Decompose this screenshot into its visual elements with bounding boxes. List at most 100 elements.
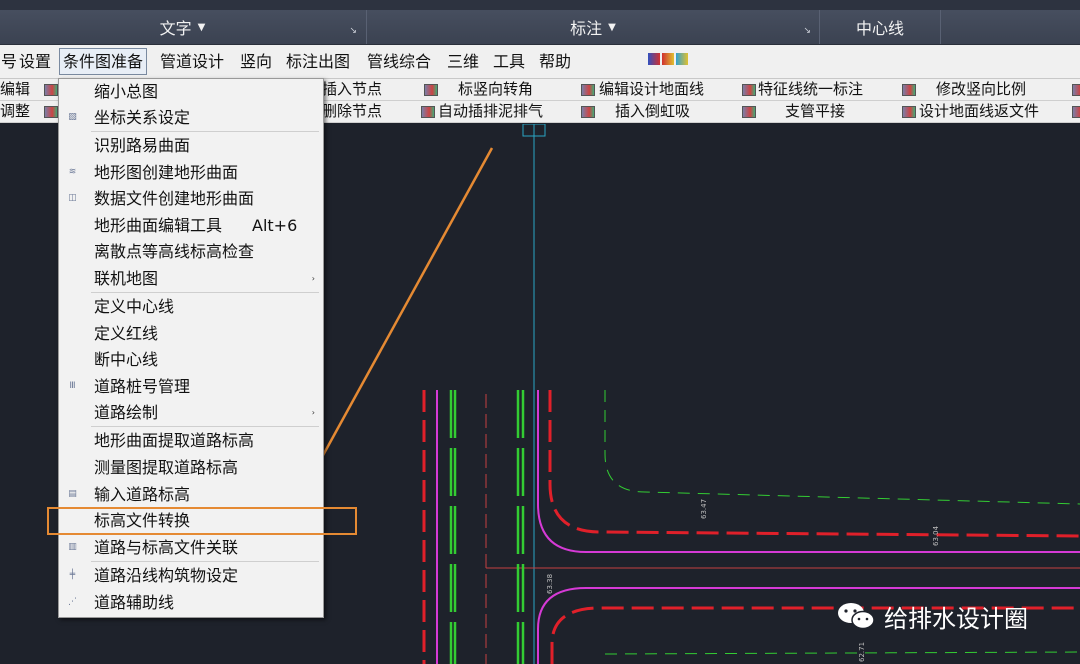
shortcut-label: Alt+6 (252, 216, 298, 235)
wechat-icon (838, 603, 875, 630)
toolbar-ground-line-file[interactable]: 设计地面线返文件 (919, 102, 1039, 121)
toolbar-insert-node[interactable]: 插入节点 (322, 80, 382, 99)
submenu-arrow-icon: › (311, 408, 315, 417)
watermark-text: 给排水设计圈 (884, 604, 1028, 633)
red-dash-curve (548, 390, 1080, 538)
menu-option-label: 测量图提取道路标高 (94, 458, 239, 477)
menu-option-label: 坐标关系设定 (94, 108, 191, 127)
station-icon: Ⅲ (69, 381, 76, 391)
layer-icon[interactable] (676, 53, 688, 65)
menu-item-annotation-output[interactable]: 标注出图 (283, 49, 353, 74)
tool-icon[interactable] (424, 84, 438, 96)
menu-option-coordinate-setting[interactable]: ▧ 坐标关系设定 (59, 105, 321, 130)
green-thin-dash-lower (604, 651, 1080, 655)
toolbar-auto-drain[interactable]: 自动插排泥排气 (438, 102, 543, 121)
menubar-toolbar-icons (648, 53, 688, 69)
menu-option-online-map[interactable]: 联机地图 › (59, 266, 321, 291)
menu-option-extract-road-elevation-survey[interactable]: 测量图提取道路标高 (59, 455, 321, 480)
menu-option-surface-edit-tool[interactable]: 地形曲面编辑工具 Alt+6 (59, 213, 321, 238)
launcher-icon[interactable]: ↘ (349, 26, 357, 36)
tool-icon[interactable] (742, 106, 756, 118)
menu-option-label: 缩小总图 (94, 82, 159, 101)
tool-icon[interactable] (581, 84, 595, 96)
datafile-icon: ◫ (68, 193, 77, 203)
ribbon-top-strip (0, 0, 1080, 10)
toolbar-vertical-scale[interactable]: 修改竖向比例 (936, 80, 1026, 99)
tool-icon[interactable] (902, 84, 916, 96)
menu-option-label: 识别路易曲面 (94, 136, 191, 155)
menu-option-roadside-structures[interactable]: ╪ 道路沿线构筑物设定 (59, 563, 321, 588)
dropdown-arrow-icon[interactable]: ▼ (198, 22, 206, 33)
menu-option-define-redline[interactable]: 定义红线 (59, 321, 321, 346)
menu-separator (91, 131, 319, 132)
menu-option-label: 道路与标高文件关联 (94, 538, 239, 557)
menu-item-settings[interactable]: 设置 (16, 49, 54, 74)
menu-item-pipe-design[interactable]: 管道设计 (157, 49, 227, 74)
menu-option-road-drawing[interactable]: 道路绘制 › (59, 400, 321, 425)
toolbar-inverted-siphon[interactable]: 插入倒虹吸 (615, 102, 690, 121)
tool-icon[interactable] (421, 106, 435, 118)
auxline-icon: ⋰ (68, 597, 77, 607)
menu-separator (91, 561, 319, 562)
toolbar-vertical-angle[interactable]: 标竖向转角 (458, 80, 533, 99)
ribbon-group-empty (940, 10, 1080, 44)
tool-icon[interactable] (902, 106, 916, 118)
menu-option-break-centerline[interactable]: 断中心线 (59, 347, 321, 372)
toolbar-edit-ground-line[interactable]: 编辑设计地面线 (599, 80, 704, 99)
menu-option-label: 定义中心线 (94, 297, 175, 316)
green-thin-dash-curve (604, 390, 1080, 505)
ribbon-group-centerline[interactable]: 中心线 (819, 10, 940, 44)
annotation-highlight-box (47, 507, 357, 535)
menu-item-tools[interactable]: 工具 (490, 49, 528, 74)
menu-option-terrain-from-file[interactable]: ◫ 数据文件创建地形曲面 (59, 186, 321, 211)
tool-icon[interactable] (1072, 84, 1080, 96)
menu-option-label: 地形曲面提取道路标高 (94, 431, 255, 450)
tool-icon[interactable] (44, 106, 58, 118)
toolbar-feature-line-label[interactable]: 特征线统一标注 (758, 80, 863, 99)
paint-icon[interactable] (662, 53, 674, 65)
menu-option-label: 数据文件创建地形曲面 (94, 189, 255, 208)
ribbon-group-text[interactable]: 文字 ▼ ↘ (0, 10, 365, 44)
menu-option-zoom-out-map[interactable]: 缩小总图 (59, 79, 321, 104)
input-icon: ▤ (68, 489, 77, 499)
menu-option-station-management[interactable]: Ⅲ 道路桩号管理 (59, 374, 321, 399)
toolbar-edit[interactable]: 编辑 (0, 80, 30, 99)
menu-option-identify-surface[interactable]: 识别路易曲面 (59, 133, 321, 158)
menu-item-vertical[interactable]: 竖向 (237, 49, 275, 74)
ribbon-panel: 文字 ▼ ↘ 标注 ▼ ↘ 中心线 (0, 0, 1080, 45)
menu-option-road-aux-line[interactable]: ⋰ 道路辅助线 (59, 590, 321, 615)
menu-option-label: 断中心线 (94, 350, 159, 369)
dropdown-arrow-icon[interactable]: ▼ (608, 22, 616, 33)
menu-item-condition-prep[interactable]: 条件图准备 (59, 48, 148, 75)
ribbon-group-annotation[interactable]: 标注 ▼ ↘ (366, 10, 819, 44)
menu-option-label: 道路沿线构筑物设定 (94, 566, 239, 585)
menu-option-terrain-from-map[interactable]: ≋ 地形图创建地形曲面 (59, 160, 321, 185)
menu-separator (91, 426, 319, 427)
tool-icon[interactable] (581, 106, 595, 118)
toolbar-adjust[interactable]: 调整 (0, 102, 30, 121)
tool-icon[interactable] (44, 84, 58, 96)
watermark: 给排水设计圈 (836, 596, 1028, 636)
structure-icon: ╪ (69, 570, 76, 580)
tool-icon[interactable] (1072, 106, 1080, 118)
launcher-icon[interactable]: ↘ (803, 26, 811, 36)
menu-separator (91, 292, 319, 293)
tool-icon[interactable] (742, 84, 756, 96)
menu-option-contour-check[interactable]: 离散点等高线标高检查 (59, 239, 321, 264)
menu-item-pipeline-synthesis[interactable]: 管线综合 (364, 49, 434, 74)
menu-option-road-elevation-link[interactable]: ▥ 道路与标高文件关联 (59, 535, 321, 560)
submenu-arrow-icon: › (311, 274, 315, 283)
menu-option-label: 定义红线 (94, 324, 159, 343)
menu-item-help[interactable]: 帮助 (536, 49, 574, 74)
toolbar-branch-flat[interactable]: 支管平接 (785, 102, 845, 121)
menu-option-extract-road-elevation-surface[interactable]: 地形曲面提取道路标高 (59, 428, 321, 453)
elevation-label: 63.47 (700, 499, 708, 519)
menu-option-label: 联机地图 (94, 269, 159, 288)
link-icon: ▥ (68, 542, 77, 552)
menu-option-input-road-elevation[interactable]: ▤ 输入道路标高 (59, 482, 321, 507)
menu-item-3d[interactable]: 三维 (444, 49, 482, 74)
toolbar-delete-node[interactable]: 删除节点 (322, 102, 382, 121)
mode-icon[interactable] (648, 53, 660, 65)
menu-option-label: 离散点等高线标高检查 (94, 242, 255, 261)
menu-option-define-centerline[interactable]: 定义中心线 (59, 294, 321, 319)
